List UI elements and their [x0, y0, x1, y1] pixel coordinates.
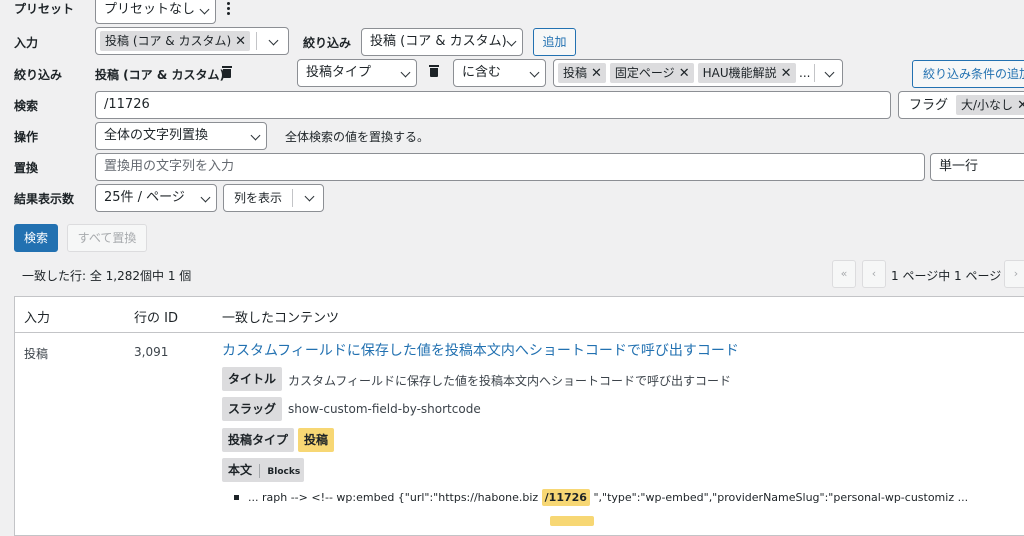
content-field-divider [259, 463, 261, 478]
results-per-page-label: 結果表示数 [14, 192, 75, 206]
search-flags-label: フラグ [909, 98, 949, 113]
source-tag: 投稿 (コア & カスタム) ✕ [100, 31, 251, 51]
filter-value-tag-label: 固定ページ [614, 66, 675, 80]
search-button[interactable]: 検索 [14, 224, 58, 252]
column-header-content: 一致したコンテンツ [222, 311, 340, 326]
chevron-down-icon [304, 191, 315, 202]
filter-values-multiselect[interactable]: 投稿 ✕ 固定ページ ✕ HAU機能解説 ✕ ... [553, 59, 843, 87]
source-filter-label: 絞り込み [303, 36, 352, 50]
chevron-down-icon [529, 67, 540, 78]
replace-label: 置換 [14, 161, 39, 175]
filter-operator-select[interactable]: に含む [453, 59, 546, 87]
source-tag-label: 投稿 (コア & カスタム) [105, 34, 232, 48]
pagination-info: 1 ページ中 1 ページ [891, 269, 1002, 283]
content-field-label-text: 本文 [228, 463, 253, 477]
filters-label: 絞り込み [14, 68, 63, 82]
preset-select[interactable]: プリセットなし [95, 0, 216, 24]
chevron-down-icon [200, 192, 211, 203]
chevron-down-icon [400, 67, 411, 78]
replace-mode-select[interactable]: 単一行 [930, 153, 1024, 181]
filter-value-tag: HAU機能解説 ✕ [697, 63, 796, 83]
action-select-value: 全体の文字列置換 [104, 128, 209, 143]
remove-tag-icon[interactable]: ✕ [781, 66, 792, 81]
multiselect-divider [292, 189, 293, 207]
search-label: 検索 [14, 99, 39, 113]
add-source-button[interactable]: 追加 [533, 28, 576, 56]
action-select[interactable]: 全体の文字列置換 [95, 122, 267, 150]
filter-source-name: 投稿 (コア & カスタム) [95, 68, 225, 82]
filter-value-tag: 固定ページ ✕ [609, 63, 694, 83]
match-highlight-next [550, 516, 594, 526]
table-header: 入力 行の ID 一致したコンテンツ [15, 297, 1024, 333]
chevron-down-icon [199, 4, 210, 15]
preset-label: プリセット [14, 2, 75, 16]
action-label: 操作 [14, 130, 39, 144]
filter-value-tag-label: 投稿 [563, 66, 588, 80]
row-title-link[interactable]: カスタムフィールドに保存した値を投稿本文内へショートコードで呼び出すコード [222, 340, 739, 360]
flag-tag-label: 大/小なし [961, 98, 1014, 112]
column-header-source: 入力 [24, 311, 51, 326]
row-source: 投稿 [24, 347, 49, 361]
filter-value-tag: 投稿 ✕ [558, 63, 606, 83]
next-page-button[interactable]: › [1004, 260, 1024, 288]
columns-label: 列を表示 [234, 191, 283, 205]
filter-values-ellipsis: ... [799, 66, 811, 80]
match-context: ... raph --> <!-- wp:embed {"url":"https… [248, 489, 969, 506]
filter-field-select[interactable]: 投稿タイプ [297, 59, 417, 87]
match-before: ... raph --> <!-- wp:embed {"url":"https… [248, 491, 539, 504]
remove-tag-icon[interactable]: ✕ [1017, 98, 1024, 113]
post-type-field-value: 投稿 [298, 428, 335, 452]
chevron-down-icon [824, 67, 835, 78]
search-input[interactable]: /11726 [95, 91, 891, 119]
flag-tag: 大/小なし✕ [956, 95, 1024, 115]
post-type-field-label: 投稿タイプ [222, 428, 295, 452]
filter-value-tag-label: HAU機能解説 [702, 66, 777, 80]
slug-field-value: show-custom-field-by-shortcode [288, 402, 481, 416]
title-field-label: タイトル [222, 367, 283, 391]
results-per-page-value: 25件 / ページ [104, 190, 185, 205]
remove-tag-icon[interactable]: ✕ [679, 66, 690, 81]
content-field-label: 本文 Blocks [222, 458, 305, 482]
search-flags-select[interactable]: フラグ大/小なし✕ [898, 91, 1024, 119]
content-field-sub: Blocks [267, 467, 301, 477]
column-header-row-id: 行の ID [134, 311, 178, 326]
add-filter-button[interactable]: 絞り込み条件の追加 [912, 60, 1024, 88]
replace-all-button[interactable]: すべて置換 [67, 224, 147, 252]
prev-page-button[interactable]: ‹ [862, 260, 886, 288]
source-filter-select[interactable]: 投稿 (コア & カスタム) [361, 28, 523, 56]
match-after: ","type":"wp-embed","providerNameSlug":"… [593, 491, 969, 504]
source-multiselect[interactable]: 投稿 (コア & カスタム) ✕ [95, 27, 289, 55]
replace-input[interactable]: 置換用の文字列を入力 [95, 153, 925, 181]
multiselect-divider [256, 32, 257, 50]
results-summary: 一致した行: 全 1,282個中 1 個 [22, 269, 192, 283]
columns-select[interactable]: 列を表示 [223, 184, 324, 212]
results-table: 入力 行の ID 一致したコンテンツ 投稿 3,091 カスタムフィールドに保存… [14, 296, 1024, 536]
chevron-down-icon [250, 130, 261, 141]
match-bullet [234, 495, 239, 500]
row-id: 3,091 [134, 345, 169, 359]
multiselect-divider [814, 64, 815, 82]
first-page-button[interactable]: « [832, 260, 856, 288]
preset-select-value: プリセットなし [104, 2, 196, 17]
results-per-page-select[interactable]: 25件 / ページ [95, 184, 217, 212]
chevron-down-icon [506, 36, 517, 47]
title-field-value: カスタムフィールドに保存した値を投稿本文内へショートコードで呼び出すコード [288, 374, 732, 388]
remove-tag-icon[interactable]: ✕ [591, 66, 602, 81]
source-filter-value: 投稿 (コア & カスタム) [370, 34, 507, 49]
remove-tag-icon[interactable]: ✕ [235, 34, 246, 49]
chevron-down-icon [268, 35, 279, 46]
action-description: 全体検索の値を置換する。 [285, 130, 430, 144]
kebab-icon[interactable] [225, 1, 233, 17]
filter-operator-value: に含む [462, 65, 502, 80]
match-highlight: /11726 [541, 489, 590, 506]
slug-field-label: スラッグ [222, 397, 283, 421]
trash-icon[interactable] [429, 65, 439, 77]
filter-field-value: 投稿タイプ [306, 65, 372, 80]
source-label: 入力 [14, 36, 39, 50]
trash-icon[interactable] [222, 66, 232, 78]
